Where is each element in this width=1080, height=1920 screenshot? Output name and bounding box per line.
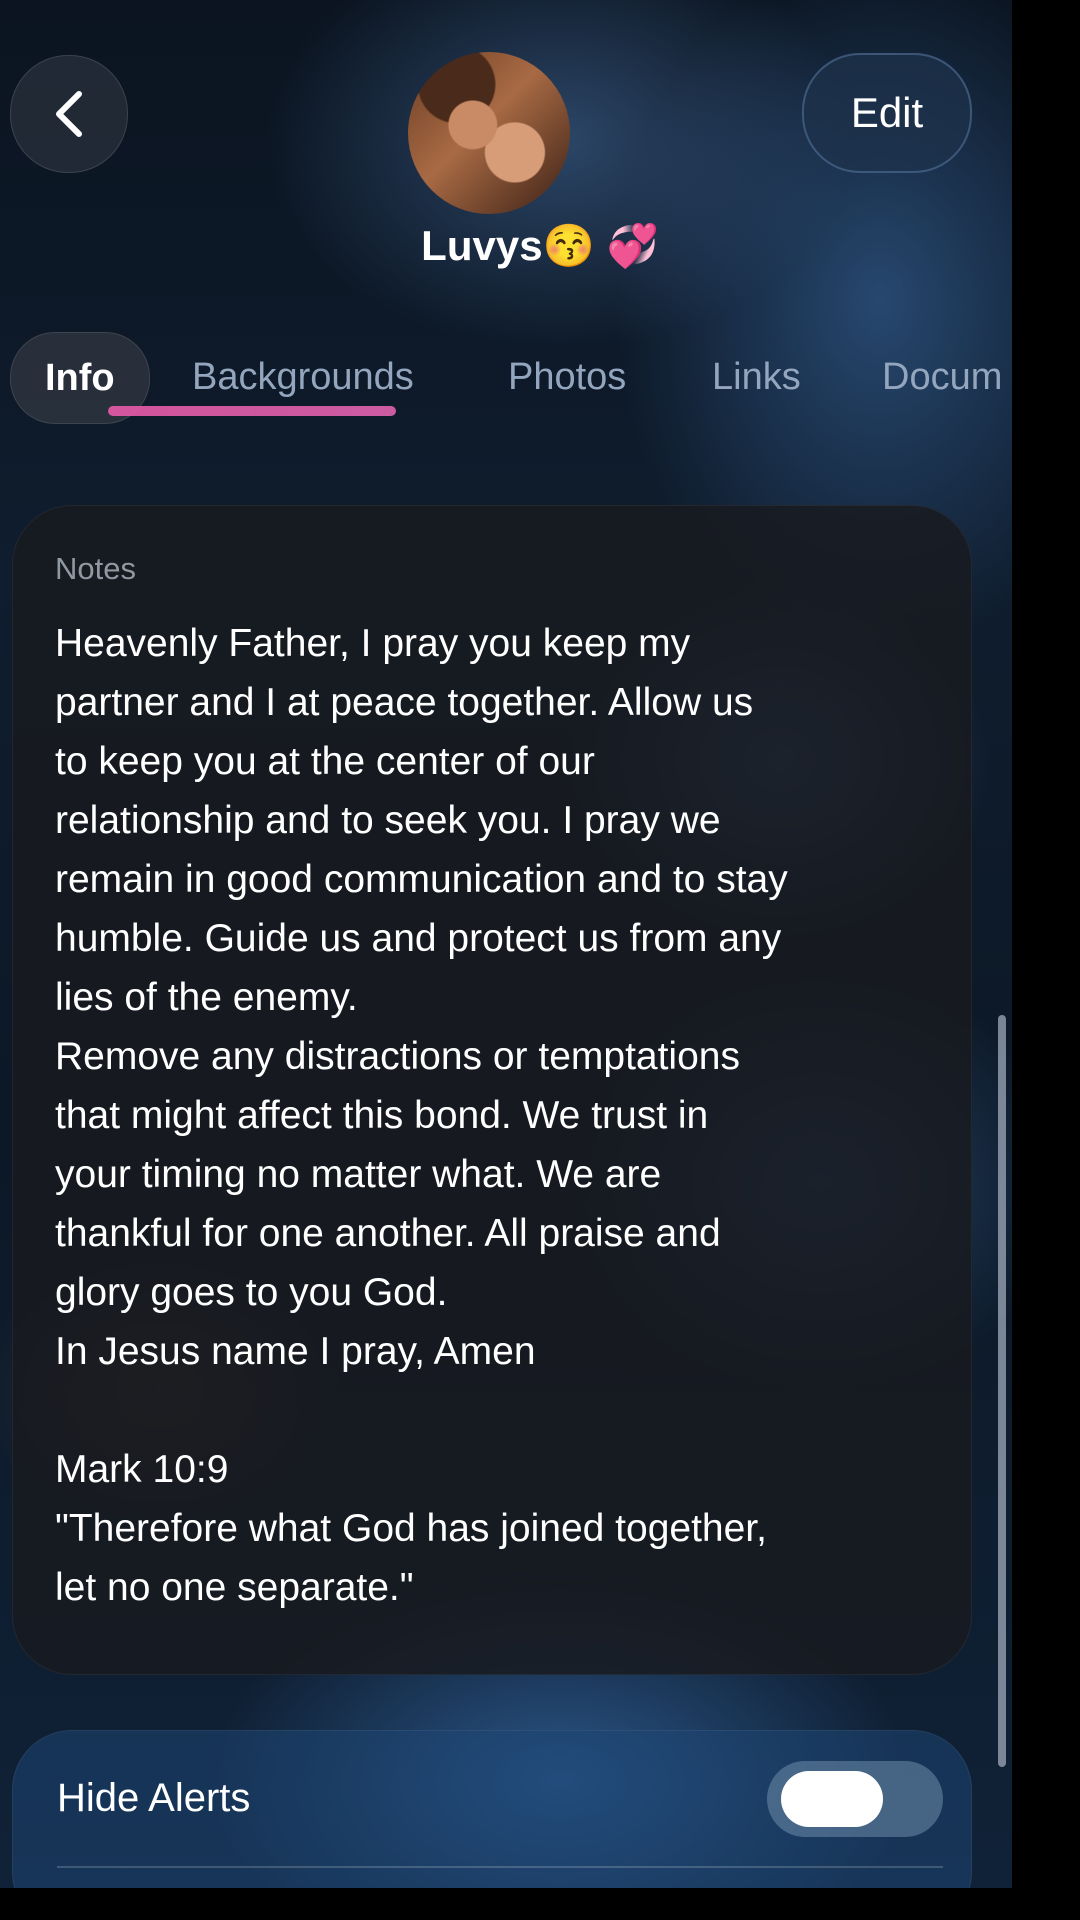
hide-alerts-toggle[interactable] <box>767 1761 943 1837</box>
contact-name: Luvys😚 💞 <box>421 222 659 269</box>
contact-avatar[interactable] <box>408 52 570 214</box>
toggle-knob <box>781 1771 883 1827</box>
notes-label: Notes <box>55 551 136 586</box>
divider <box>57 1866 943 1868</box>
edit-button[interactable]: Edit <box>802 53 972 173</box>
alerts-settings-card: Hide Alerts <box>12 1730 972 1888</box>
contact-info-screen: Edit Luvys😚 💞 Info Backgrounds Photos Li… <box>0 0 1012 1888</box>
tab-highlight-underline <box>108 406 396 416</box>
scrollbar[interactable] <box>998 1015 1006 1767</box>
tab-links[interactable]: Links <box>712 332 801 422</box>
chevron-left-icon <box>56 91 82 137</box>
hide-alerts-label: Hide Alerts <box>57 1776 251 1820</box>
notes-card: Notes Heavenly Father, I pray you keep m… <box>12 505 972 1675</box>
back-button[interactable] <box>10 55 128 173</box>
tab-documents[interactable]: Docum <box>882 332 1002 422</box>
notes-text[interactable]: Heavenly Father, I pray you keep my part… <box>55 614 945 1617</box>
tab-photos[interactable]: Photos <box>508 332 626 422</box>
